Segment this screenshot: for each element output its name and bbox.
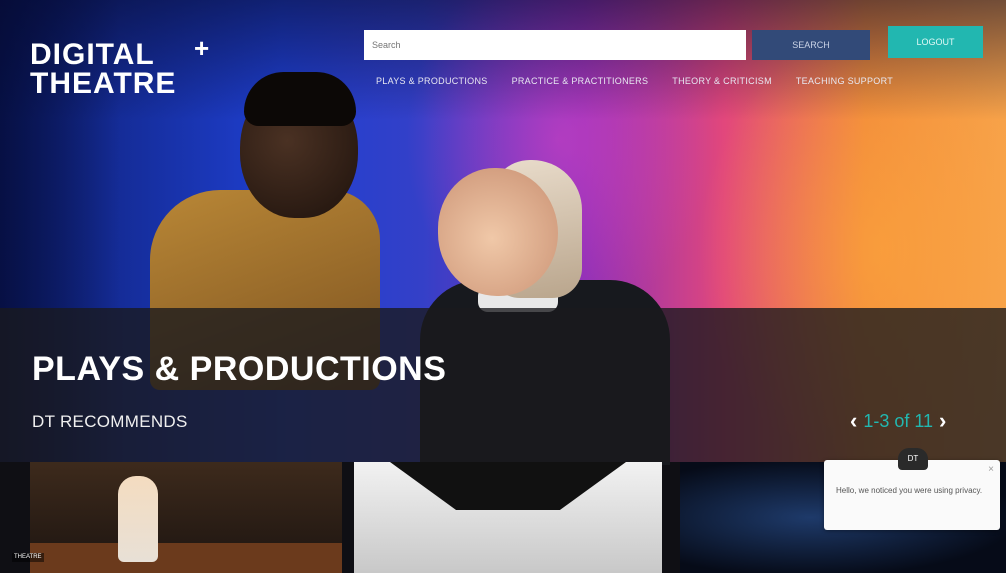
card-tag: THEATRE [12,553,44,562]
page-title: PLAYS & PRODUCTIONS [32,350,447,388]
logo-line-2: THEATRE [30,67,177,100]
chat-popup[interactable]: × Hello, we noticed you were using priva… [824,460,1000,530]
chevron-left-icon[interactable]: ‹ [850,410,857,432]
logout-button[interactable]: LOGOUT [888,26,983,58]
stage-set-image [390,462,626,510]
pager-count: 1-3 of 11 [863,410,934,431]
production-card-1[interactable] [30,462,342,573]
popup-message: Hello, we noticed you were using privacy… [836,486,983,495]
digital-theatre-logo[interactable]: DIGITAL THEATRE + [30,34,209,100]
app-window: DIGITAL THEATRE + SEARCH LOGOUT PLAYS & … [0,0,1006,573]
search-button[interactable]: SEARCH [752,30,870,60]
search-input[interactable] [364,30,746,60]
nav-item-plays-productions[interactable]: PLAYS & PRODUCTIONS [376,76,488,86]
nav-item-practice-practitioners[interactable]: PRACTICE & PRACTITIONERS [512,76,649,86]
main-nav: PLAYS & PRODUCTIONS PRACTICE & PRACTITIO… [376,76,893,86]
nav-item-theory-criticism[interactable]: THEORY & CRITICISM [672,76,772,86]
logo-plus-icon: + [194,33,211,63]
close-icon[interactable]: × [988,464,994,475]
carousel-pager: ‹ 1-3 of 11 › [850,410,946,432]
production-card-2[interactable] [354,462,662,573]
nav-item-teaching-support[interactable]: TEACHING SUPPORT [796,76,893,86]
chevron-right-icon[interactable]: › [939,410,946,432]
section-subtitle: DT RECOMMENDS [32,412,188,431]
performer-image [118,476,158,562]
dt-badge-icon: DT [898,448,928,470]
logo-line-1: DIGITAL [30,38,155,71]
